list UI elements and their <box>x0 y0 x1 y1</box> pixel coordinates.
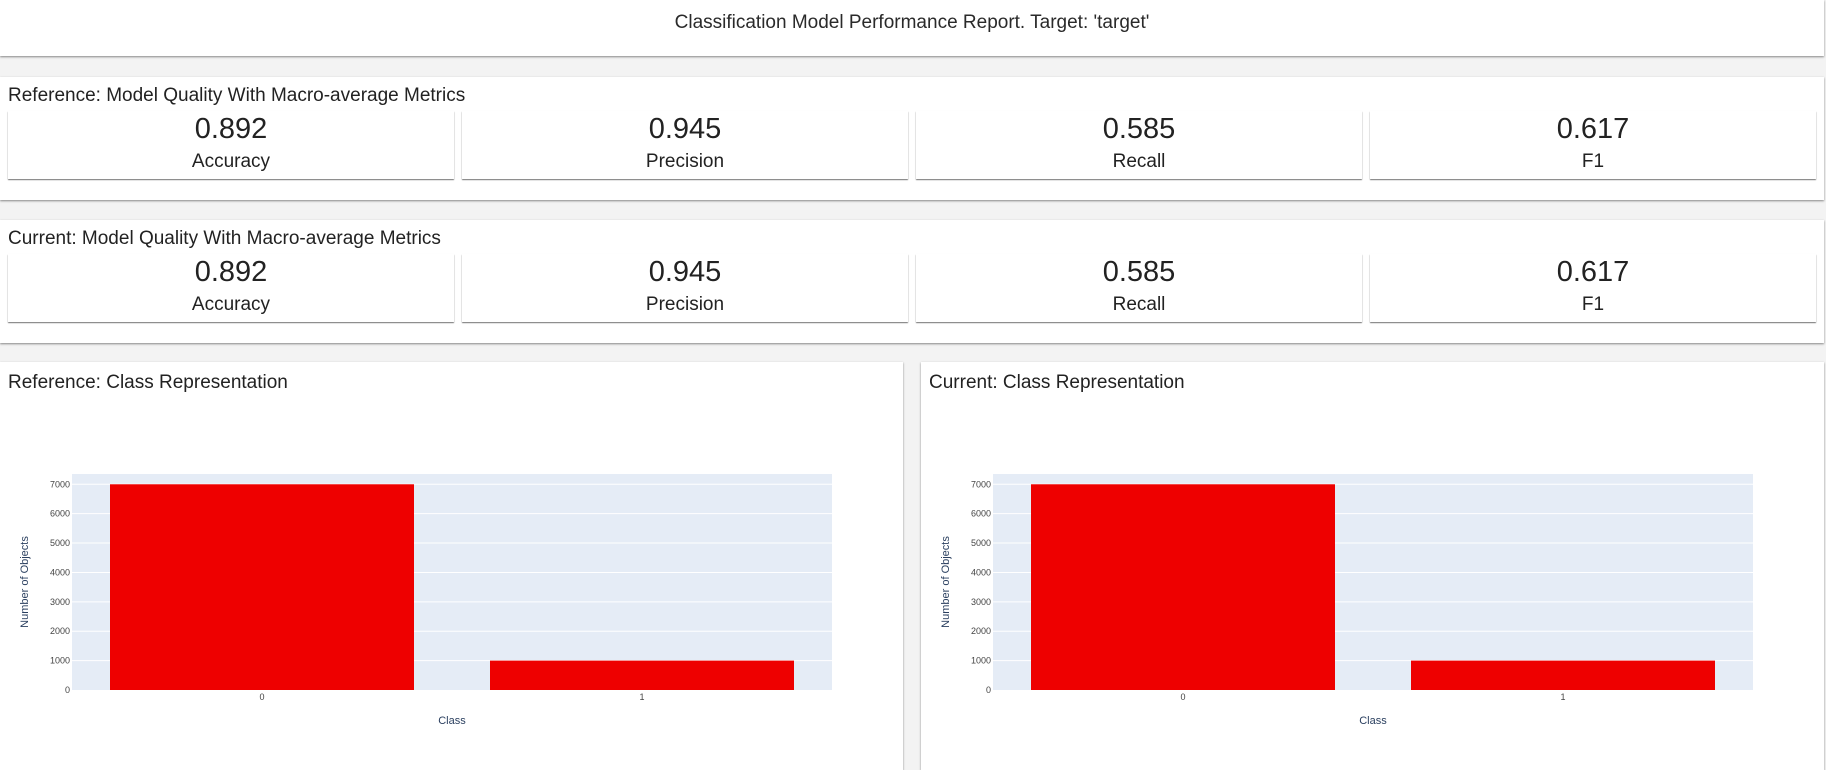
y-tick-label: 6000 <box>50 509 70 519</box>
y-tick-label: 0 <box>986 685 991 695</box>
current-class-bar-chart: 0 1000 2000 3000 4000 5000 6000 7000 0 1 Class Numb… <box>940 474 1753 727</box>
y-tick-label: 3000 <box>50 597 70 607</box>
metric-label: Precision <box>645 151 725 172</box>
metric-label: F1 <box>1581 151 1605 172</box>
metric-value: 0.945 <box>648 113 722 145</box>
reference-metrics-card: Reference: Model Quality With Macro-aver… <box>0 77 1824 200</box>
y-tick-label: 5000 <box>50 538 70 548</box>
metric-label: F1 <box>1581 294 1605 315</box>
y-tick-label: 1000 <box>971 656 991 666</box>
current-accuracy-metric: 0.892 Accuracy <box>8 254 454 322</box>
metric-value: 0.585 <box>1102 256 1176 288</box>
metric-label: Accuracy <box>191 151 271 172</box>
bar-class-0 <box>110 484 414 690</box>
reference-metrics-heading: Reference: Model Quality With Macro-aver… <box>8 85 466 106</box>
y-tick-label: 2000 <box>971 626 991 636</box>
bar-class-1 <box>1411 660 1715 690</box>
metric-label: Precision <box>645 294 725 315</box>
reference-accuracy-metric: 0.892 Accuracy <box>8 111 454 179</box>
y-tick-label: 2000 <box>50 626 70 636</box>
metric-value: 0.892 <box>194 113 268 145</box>
reference-class-bar-chart: 0 1000 2000 3000 4000 5000 6000 7000 0 1 Class Numb… <box>19 474 832 727</box>
y-tick-label: 1000 <box>50 656 70 666</box>
x-tick-label: 1 <box>1560 692 1565 702</box>
y-tick-label: 4000 <box>50 567 70 577</box>
y-tick-label: 6000 <box>971 509 991 519</box>
metric-value: 0.892 <box>194 256 268 288</box>
current-metrics-card: Current: Model Quality With Macro-averag… <box>0 220 1824 343</box>
y-tick-label: 3000 <box>971 597 991 607</box>
x-axis-title: Class <box>1359 715 1387 727</box>
current-f1-metric: 0.617 F1 <box>1370 254 1816 322</box>
y-tick-label: 0 <box>65 685 70 695</box>
metric-label: Recall <box>1112 294 1166 315</box>
metric-value: 0.617 <box>1556 113 1630 145</box>
report-title: Classification Model Performance Report.… <box>674 12 1150 33</box>
metric-value: 0.945 <box>648 256 722 288</box>
bar-class-1 <box>490 660 794 690</box>
y-tick-label: 5000 <box>971 538 991 548</box>
y-tick-label: 7000 <box>971 479 991 489</box>
reference-recall-metric: 0.585 Recall <box>916 111 1362 179</box>
y-tick-label: 4000 <box>971 567 991 577</box>
metric-label: Recall <box>1112 151 1166 172</box>
metric-value: 0.585 <box>1102 113 1176 145</box>
x-tick-label: 0 <box>259 692 264 702</box>
x-tick-label: 1 <box>639 692 644 702</box>
reference-f1-metric: 0.617 F1 <box>1370 111 1816 179</box>
current-precision-metric: 0.945 Precision <box>462 254 908 322</box>
metric-label: Accuracy <box>191 294 271 315</box>
current-recall-metric: 0.585 Recall <box>916 254 1362 322</box>
y-axis-title: Number of Objects <box>940 536 952 628</box>
reference-chart-card: Reference: Class Representation 0 1000 200… <box>0 362 903 770</box>
current-metrics-heading: Current: Model Quality With Macro-averag… <box>8 228 441 249</box>
metric-value: 0.617 <box>1556 256 1630 288</box>
y-tick-label: 7000 <box>50 479 70 489</box>
report-title-card: Classification Model Performance Report.… <box>0 0 1824 56</box>
y-axis-title: Number of Objects <box>19 536 31 628</box>
current-chart-card: Current: Class Representation 0 1000 2000 3… <box>921 362 1824 770</box>
reference-precision-metric: 0.945 Precision <box>462 111 908 179</box>
x-tick-label: 0 <box>1180 692 1185 702</box>
x-axis-title: Class <box>438 715 466 727</box>
bar-class-0 <box>1031 484 1335 690</box>
